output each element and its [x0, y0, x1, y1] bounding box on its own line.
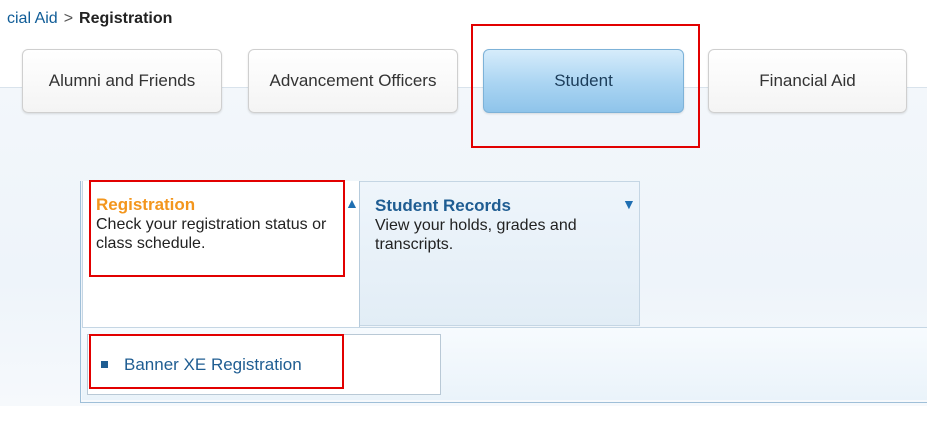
breadcrumb-link-financial-aid[interactable]: cial Aid [7, 10, 58, 27]
registration-description-line2: class schedule. [96, 235, 206, 252]
breadcrumb: cial Aid > Registration [7, 10, 172, 28]
registration-title[interactable]: Registration [96, 195, 336, 215]
breadcrumb-current: Registration [79, 10, 173, 27]
tab-advancement-officers[interactable]: Advancement Officers [248, 49, 458, 113]
collapse-arrow-icon[interactable]: ▲ [345, 195, 359, 211]
registration-description-line1: Check your registration status or [96, 216, 327, 233]
tab-student[interactable]: Student [483, 49, 684, 113]
registration-card[interactable]: Registration Check your registration sta… [82, 181, 360, 328]
tab-alumni-and-friends[interactable]: Alumni and Friends [22, 49, 222, 113]
student-records-description-line2: transcripts. [375, 236, 454, 253]
submenu-item-banner-xe-registration[interactable]: Banner XE Registration [87, 334, 441, 395]
bullet-icon [101, 361, 108, 368]
student-records-description-line1: View your holds, grades and [375, 217, 577, 234]
breadcrumb-separator: > [63, 10, 74, 27]
student-records-title[interactable]: Student Records [375, 196, 615, 216]
student-records-card[interactable]: Student Records View your holds, grades … [360, 181, 640, 326]
expand-arrow-icon[interactable]: ▼ [622, 196, 636, 212]
submenu-item-label[interactable]: Banner XE Registration [124, 355, 302, 375]
tab-financial-aid[interactable]: Financial Aid [708, 49, 907, 113]
